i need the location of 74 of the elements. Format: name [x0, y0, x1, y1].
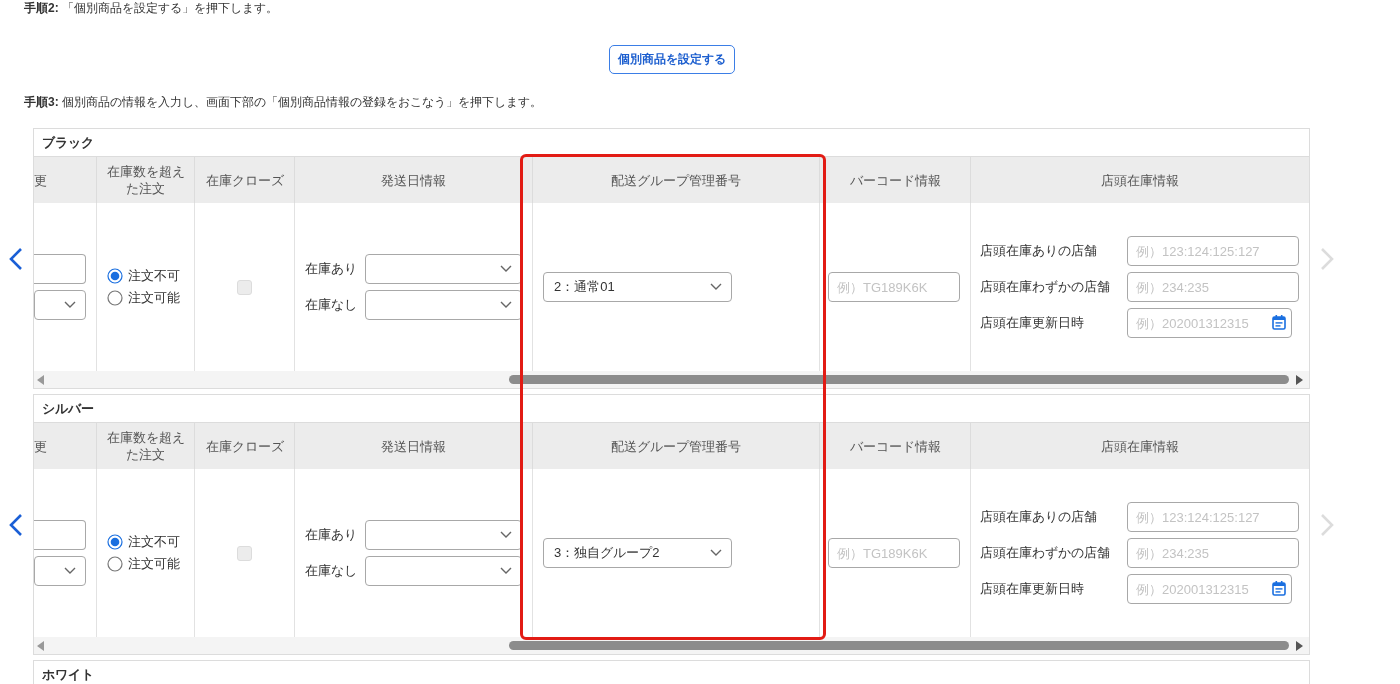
radio-button[interactable]	[107, 556, 123, 572]
scroll-left-arrow-icon[interactable]	[37, 374, 44, 385]
dropdown[interactable]: 2：通常01	[543, 272, 732, 302]
scroll-right-arrow-icon[interactable]	[1296, 640, 1303, 651]
calendar-icon[interactable]	[1272, 315, 1286, 330]
column-header: 在庫数を超えた注文	[97, 156, 195, 203]
step-instruction: 手順2: 「個別商品を設定する」を押下します。	[24, 1, 278, 15]
scroll-left-arrow-icon[interactable]	[37, 640, 44, 651]
column-header: 在庫数を超えた注文	[97, 422, 195, 469]
field-label: 店頭在庫更新日時	[980, 314, 1085, 332]
chevron-down-icon	[500, 531, 512, 539]
radio-button[interactable]	[107, 290, 123, 306]
field-label: 在庫あり	[305, 526, 357, 544]
field-label: 在庫あり	[305, 260, 357, 278]
column-header: 在庫クローズ	[195, 156, 295, 203]
column-header: 配送グループ管理番号	[533, 156, 820, 203]
scrollbar-thumb[interactable]	[509, 641, 1289, 650]
chevron-down-icon	[500, 301, 512, 309]
column-header: 更	[34, 422, 97, 469]
field-label: 在庫なし	[305, 562, 357, 580]
chevron-down-icon	[710, 549, 722, 557]
dropdown[interactable]	[34, 556, 86, 586]
dropdown[interactable]	[365, 290, 522, 320]
chevron-down-icon	[64, 301, 76, 309]
step-instruction: 手順3: 個別商品の情報を入力し、画面下部の「個別商品情報の登録をおこなう」を押下します。	[24, 95, 542, 109]
radio-label: 注文不可	[128, 268, 180, 284]
chevron-left-icon[interactable]	[9, 246, 23, 271]
column-header: 店頭在庫情報	[971, 156, 1309, 203]
date-input-field[interactable]: 例）202001312315	[1127, 574, 1292, 604]
dropdown[interactable]: 3：独自グループ2	[543, 538, 732, 568]
chevron-left-icon[interactable]	[9, 512, 23, 537]
field-label: 店頭在庫わずかの店舗	[980, 544, 1111, 562]
radio-label: 注文可能	[128, 290, 180, 306]
radio-button[interactable]	[107, 268, 123, 284]
text-input-field[interactable]	[34, 520, 86, 550]
radio-label: 注文不可	[128, 534, 180, 550]
dropdown[interactable]	[34, 290, 86, 320]
field-label: 在庫なし	[305, 296, 357, 314]
calendar-icon[interactable]	[1272, 581, 1286, 596]
scrollbar-thumb[interactable]	[509, 375, 1289, 384]
chevron-down-icon	[500, 265, 512, 273]
text-input-field[interactable]: 例）123:124:125:127	[1127, 502, 1299, 532]
set-item-button[interactable]: 個別商品を設定する	[608, 45, 735, 74]
column-header: バーコード情報	[820, 422, 971, 469]
chevron-down-icon	[710, 283, 722, 291]
column-header: 在庫クローズ	[195, 422, 295, 469]
text-input-field[interactable]: 例）123:124:125:127	[1127, 236, 1299, 266]
text-input-field[interactable]: 例）TG189K6K	[828, 538, 960, 568]
field-label: 店頭在庫わずかの店舗	[980, 278, 1111, 296]
scroll-right-arrow-icon[interactable]	[1296, 374, 1303, 385]
field-label: 店頭在庫ありの店舗	[980, 508, 1098, 526]
text-input-field[interactable]	[34, 254, 86, 284]
chevron-down-icon	[64, 567, 76, 575]
text-input-field[interactable]: 例）234:235	[1127, 538, 1299, 568]
date-input-field[interactable]: 例）202001312315	[1127, 308, 1292, 338]
column-header: 店頭在庫情報	[971, 422, 1309, 469]
radio-label: 注文可能	[128, 556, 180, 572]
dropdown[interactable]	[365, 556, 522, 586]
chevron-down-icon	[500, 567, 512, 575]
column-header: 更	[34, 156, 97, 203]
field-label: 店頭在庫更新日時	[980, 580, 1085, 598]
section-title: シルバー	[41, 400, 95, 418]
field-label: 店頭在庫ありの店舗	[980, 242, 1098, 260]
column-header: 発送日情報	[295, 422, 533, 469]
dropdown[interactable]	[365, 520, 522, 550]
dropdown[interactable]	[365, 254, 522, 284]
section-title: ブラック	[41, 134, 95, 152]
column-header: バーコード情報	[820, 156, 971, 203]
text-input-field[interactable]: 例）TG189K6K	[828, 272, 960, 302]
text-input-field[interactable]: 例）234:235	[1127, 272, 1299, 302]
column-header: 発送日情報	[295, 156, 533, 203]
section-title: ホワイト	[41, 666, 95, 684]
column-header: 配送グループ管理番号	[533, 422, 820, 469]
radio-button[interactable]	[107, 534, 123, 550]
